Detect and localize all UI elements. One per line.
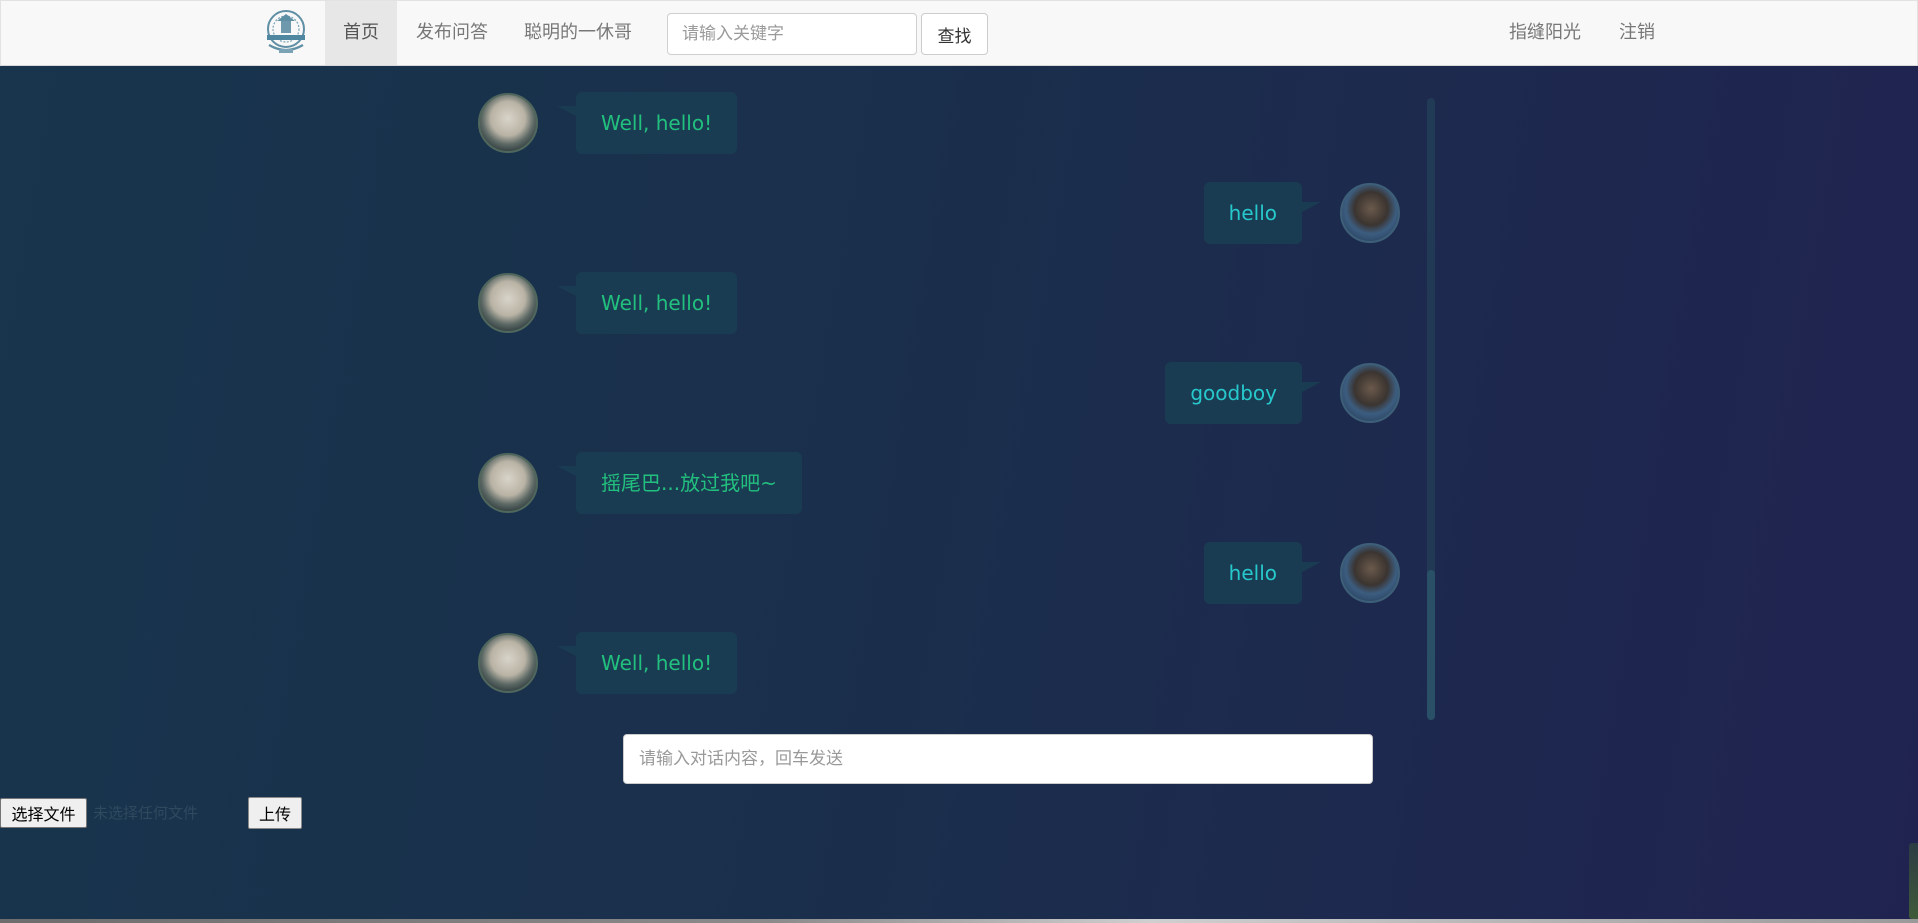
nav-account[interactable]: 指缝阳光 — [1491, 1, 1599, 65]
message-bubble: Well, hello! — [556, 632, 738, 694]
nav-home[interactable]: 首页 — [325, 1, 397, 65]
chat-message-user: goodboy — [1165, 362, 1400, 424]
message-bubble: hello — [1203, 542, 1322, 604]
nav-username[interactable]: 聪明的一休哥 — [506, 1, 650, 65]
file-status-text: 未选择任何文件 — [93, 804, 199, 822]
chat-message-bot: Well, hello! — [478, 92, 738, 154]
upload-button[interactable]: 上传 — [248, 797, 302, 829]
logout-link[interactable]: 注销 — [1601, 1, 1673, 65]
chat-message-bot: Well, hello! — [478, 632, 738, 694]
message-bubble: hello — [1203, 182, 1322, 244]
bot-avatar — [478, 93, 538, 153]
chat-message-bot: Well, hello! — [478, 272, 738, 334]
message-bubble: goodboy — [1165, 362, 1321, 424]
bottom-strip — [0, 919, 1918, 923]
chat-message-user: hello — [1203, 542, 1400, 604]
user-avatar — [1340, 363, 1400, 423]
brand-logo[interactable] — [247, 3, 325, 63]
message-bubble: 摇尾巴...放过我吧~ — [557, 452, 802, 514]
chat-message-bot: 摇尾巴...放过我吧~ — [478, 452, 802, 514]
nav-publish-qa[interactable]: 发布问答 — [398, 1, 506, 65]
search-input[interactable] — [667, 13, 917, 55]
chat-message-user: hello — [1203, 182, 1400, 244]
search-button[interactable]: 查找 — [921, 13, 988, 55]
choose-file-button[interactable]: 选择文件 — [0, 798, 87, 828]
chat-message-input[interactable] — [623, 734, 1373, 784]
corner-widget[interactable] — [1909, 843, 1918, 919]
message-bubble: Well, hello! — [556, 92, 738, 154]
chat-scrollbar-thumb[interactable] — [1427, 570, 1435, 720]
message-bubble: Well, hello! — [556, 272, 738, 334]
bot-avatar — [478, 633, 538, 693]
bot-avatar — [478, 273, 538, 333]
user-avatar — [1340, 183, 1400, 243]
user-avatar — [1340, 543, 1400, 603]
school-emblem-icon — [267, 10, 305, 53]
top-navbar: 首页 发布问答 聪明的一休哥 查找 指缝阳光 注销 — [0, 0, 1918, 66]
bot-avatar — [478, 453, 538, 513]
